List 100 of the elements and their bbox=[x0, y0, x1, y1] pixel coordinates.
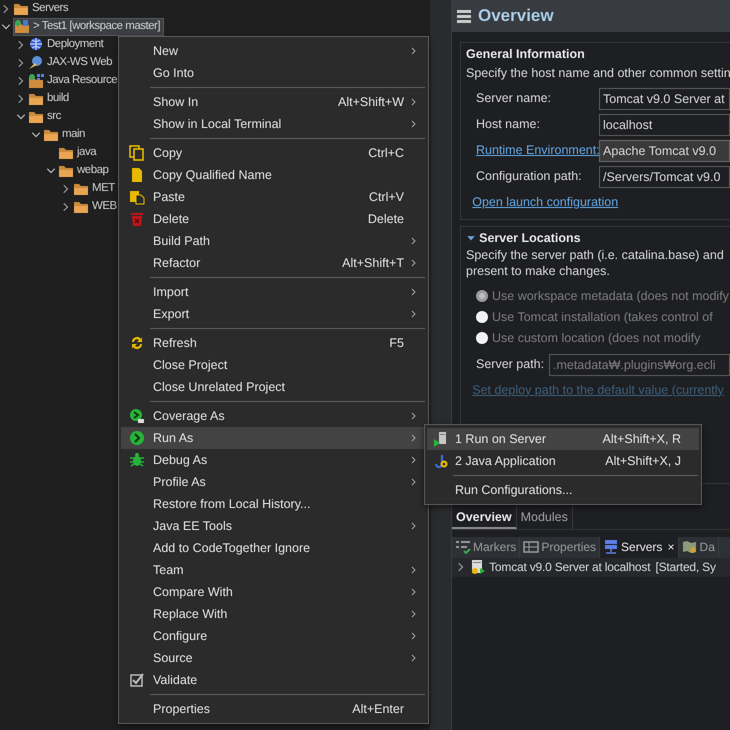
bug-icon bbox=[129, 452, 145, 468]
shortcut-label: Alt+Enter bbox=[352, 700, 405, 718]
menu-item[interactable]: Go Into bbox=[121, 62, 426, 84]
coverage-icon bbox=[129, 408, 145, 424]
folder-icon bbox=[58, 145, 74, 161]
menu-item[interactable]: Add to CodeTogether Ignore bbox=[121, 537, 426, 559]
menu-item[interactable]: New bbox=[121, 40, 426, 62]
menu-item[interactable]: Validate bbox=[121, 669, 426, 691]
input-field[interactable]: /Servers/Tomcat v9.0 bbox=[599, 166, 730, 188]
menu-item[interactable]: Import bbox=[121, 281, 426, 303]
view-tab[interactable]: Servers × bbox=[600, 536, 679, 558]
folder-icon bbox=[73, 199, 89, 215]
folder-icon bbox=[28, 109, 44, 125]
field-label: Configuration path: bbox=[476, 169, 582, 184]
field-label: Server name: bbox=[476, 91, 552, 106]
shortcut-label: Ctrl+V bbox=[368, 188, 405, 206]
menu-item[interactable]: Debug As bbox=[121, 449, 426, 471]
input-field[interactable]: localhost bbox=[599, 114, 730, 136]
section-description: Specify the server path (i.e. catalina.base) and bbox=[466, 247, 725, 264]
editor-title: Overview bbox=[478, 5, 554, 28]
runtime-link[interactable]: Runtime Environment: bbox=[476, 143, 600, 158]
menu-item[interactable]: 1 Run on Server Alt+Shift+X, R bbox=[427, 428, 699, 450]
menu-item[interactable]: Show In Alt+Shift+W bbox=[121, 91, 426, 113]
menu-item[interactable]: Show in Local Terminal bbox=[121, 113, 426, 135]
tree-item[interactable]: > Test1 [workspace master] bbox=[13, 18, 164, 36]
folder-icon bbox=[58, 163, 74, 179]
library-icon bbox=[28, 73, 44, 89]
input-field[interactable]: .metadata₩.plugins₩org.ecli bbox=[549, 354, 730, 376]
form-icon bbox=[456, 8, 472, 24]
menu-item[interactable]: 2 Java Application Alt+Shift+X, J bbox=[427, 450, 699, 472]
menu-item[interactable]: Build Path bbox=[121, 230, 426, 252]
refresh-icon bbox=[129, 335, 145, 351]
data-icon bbox=[682, 539, 698, 556]
menu-item[interactable]: Java EE Tools bbox=[121, 515, 426, 537]
collapse-toggle-icon[interactable] bbox=[466, 233, 476, 243]
field-label: Host name: bbox=[476, 117, 540, 132]
tree-item[interactable]: build bbox=[28, 90, 72, 108]
properties-icon bbox=[523, 539, 540, 556]
menu-item[interactable]: Export bbox=[121, 303, 426, 325]
menu-item[interactable]: Restore from Local History... bbox=[121, 493, 426, 515]
menu-item[interactable]: Close Unrelated Project bbox=[121, 376, 426, 398]
tree-item[interactable]: MET bbox=[73, 180, 118, 198]
tree-item[interactable]: Deployment bbox=[28, 36, 106, 54]
tree-item[interactable]: Servers bbox=[13, 0, 72, 18]
tree-item[interactable]: main bbox=[43, 126, 88, 144]
tree-item[interactable]: webap bbox=[58, 162, 112, 180]
document-icon bbox=[129, 167, 145, 183]
server-icon bbox=[433, 431, 449, 447]
run-icon bbox=[129, 430, 145, 446]
menu-item[interactable]: Delete Delete bbox=[121, 208, 426, 230]
section-heading: Server Locations bbox=[479, 230, 581, 247]
field-label: Server path: bbox=[476, 357, 544, 372]
globe-icon bbox=[28, 37, 44, 53]
tree-item[interactable]: java bbox=[58, 144, 100, 162]
menu-item[interactable]: Refresh F5 bbox=[121, 332, 426, 354]
menu-item[interactable]: Profile As bbox=[121, 471, 426, 493]
folder-icon bbox=[28, 91, 44, 107]
menu-item[interactable]: Copy Qualified Name bbox=[121, 164, 426, 186]
servers-icon bbox=[603, 539, 620, 556]
menu-item[interactable]: Close Project bbox=[121, 354, 426, 376]
section-description: present to make changes. bbox=[466, 263, 611, 280]
menu-item[interactable]: Paste Ctrl+V bbox=[121, 186, 426, 208]
menu-item[interactable]: Copy Ctrl+C bbox=[121, 142, 426, 164]
tree-item[interactable]: WEB bbox=[73, 198, 120, 216]
close-button[interactable]: × bbox=[668, 538, 675, 556]
service-icon bbox=[28, 55, 44, 71]
menu-item[interactable]: Team bbox=[121, 559, 426, 581]
tree-item[interactable]: Java Resource bbox=[28, 72, 120, 90]
trash-icon bbox=[129, 211, 145, 227]
menu-item[interactable]: Coverage As bbox=[121, 405, 426, 427]
menu-item[interactable]: Run Configurations... bbox=[427, 479, 699, 501]
java-app-icon bbox=[433, 453, 449, 469]
checkbox-icon bbox=[129, 672, 145, 688]
server-icon bbox=[470, 559, 486, 576]
menu-item[interactable]: Properties Alt+Enter bbox=[121, 698, 426, 720]
menu-item[interactable]: Configure bbox=[121, 625, 426, 647]
shortcut-label: Ctrl+C bbox=[368, 144, 405, 162]
status-label: [Started, Sy bbox=[655, 559, 716, 576]
project-icon bbox=[14, 19, 30, 35]
copy-icon bbox=[129, 145, 145, 161]
input-field[interactable]: Tomcat v9.0 Server at bbox=[599, 88, 730, 110]
menu-item[interactable]: Run As bbox=[121, 427, 426, 449]
section-description: Specify the host name and other common settin bbox=[466, 64, 730, 82]
section-heading: General Information bbox=[466, 46, 586, 63]
menu-item[interactable]: Refactor Alt+Shift+T bbox=[121, 252, 426, 274]
tree-item[interactable]: src bbox=[28, 108, 64, 126]
tree-item[interactable]: JAX-WS Web bbox=[28, 54, 116, 72]
launch-config-link[interactable]: Open launch configuration bbox=[472, 194, 618, 209]
shortcut-label: Delete bbox=[368, 210, 405, 228]
paste-icon bbox=[129, 189, 145, 205]
dropdown[interactable]: Apache Tomcat v9.0 bbox=[599, 140, 730, 162]
menu-item[interactable]: Compare With bbox=[121, 581, 426, 603]
markers-icon bbox=[455, 539, 471, 556]
menu-item[interactable]: Replace With bbox=[121, 603, 426, 625]
folder-icon bbox=[43, 127, 59, 143]
folder-icon bbox=[73, 181, 89, 197]
shortcut-label: F5 bbox=[389, 334, 405, 352]
server-item[interactable]: Tomcat v9.0 Server at localhost bbox=[470, 558, 650, 576]
menu-item[interactable]: Source bbox=[121, 647, 426, 669]
folder-icon bbox=[13, 1, 29, 17]
